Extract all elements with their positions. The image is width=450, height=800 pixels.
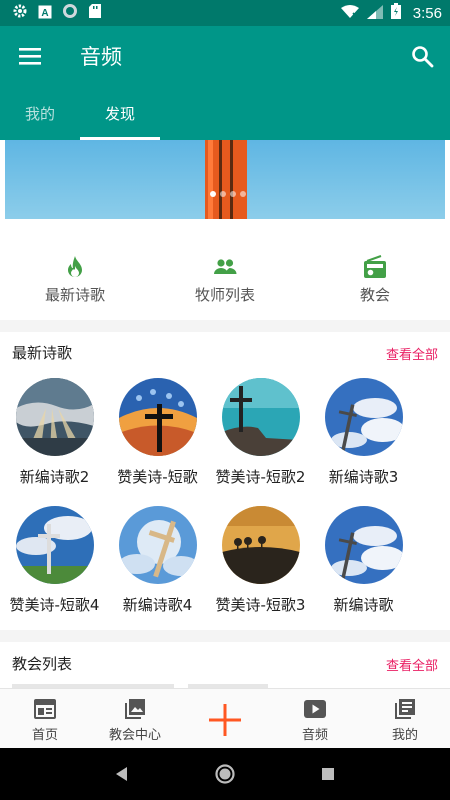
song-title: 赞美诗-短歌 [117,468,198,486]
tab-label: 发现 [104,105,135,123]
section-title: 教会列表 [12,655,73,673]
settings-icon [12,3,28,23]
banner-carousel[interactable] [5,140,445,219]
golden-hill-image [221,506,300,584]
quick-nav-church[interactable]: 教会 [300,238,450,318]
bottom-nav-label: 我的 [391,728,418,743]
song-title: 赞美诗-短歌2 [215,468,306,486]
svg-text:A: A [41,8,48,19]
tab-mine[interactable]: 我的 [0,90,80,140]
song-card[interactable]: 赞美诗-短歌 [106,372,209,494]
song-card[interactable]: 新编诗歌4 [106,500,209,622]
play-icon [304,700,326,718]
quick-nav-latest-songs[interactable]: 最新诗歌 [0,238,150,318]
home-icon [34,699,56,719]
library-icon [395,699,415,719]
song-title: 新编诗歌2 [19,468,90,486]
carousel-dot[interactable] [230,191,236,197]
song-card[interactable]: 赞美诗-短歌3 [209,500,312,622]
sd-card-icon [88,3,102,23]
church-list-header: 教会列表 查看全部 [0,643,450,683]
view-all-latest-link[interactable]: 查看全部 [386,344,438,363]
song-title: 赞美诗-短歌4 [9,596,100,614]
circle-icon [62,3,78,23]
cross-light-image [118,506,197,584]
song-card[interactable]: 新编诗歌 [312,500,415,622]
bottom-nav-add[interactable] [180,689,270,748]
system-nav-bar [0,748,450,800]
quick-nav-label: 最新诗歌 [44,286,105,304]
section-divider [0,320,450,332]
bottom-nav: 首页 教会中心 音频 我的 [0,688,450,748]
cross-blue-sky-image [324,378,403,456]
cross-field-image [15,506,94,584]
signal-icon [366,4,383,23]
screen: A 3:56 音频 我的 发现 最新诗歌 牧师列表 教会 最新诗歌 查看全部 新… [0,0,450,800]
search-button[interactable] [408,42,438,72]
song-title: 赞美诗-短歌3 [215,596,306,614]
plus-icon [209,704,241,736]
song-card[interactable]: 新编诗歌2 [3,372,106,494]
people-icon [214,259,237,274]
song-thumbnail [324,378,403,456]
wifi-icon [340,4,359,23]
tab-bar: 我的 发现 [0,90,450,140]
bottom-nav-audio[interactable]: 音频 [270,689,360,748]
status-time: 3:56 [412,4,442,22]
song-grid: 新编诗歌2 赞美诗-短歌 赞美诗-短歌2 新编诗歌3 赞美诗-短歌4 新编诗歌4… [0,372,450,622]
cross-sea-image [221,378,300,456]
quick-nav-pastors[interactable]: 牧师列表 [150,238,300,318]
section-divider [0,630,450,642]
section-title: 最新诗歌 [12,344,73,362]
home-circle-icon[interactable] [213,762,237,786]
carousel-dots [210,191,246,197]
quick-nav-label: 教会 [359,286,390,304]
song-thumbnail [118,506,197,584]
bottom-nav-mine[interactable]: 我的 [360,689,450,748]
carousel-dot[interactable] [220,191,226,197]
song-thumbnail [15,506,94,584]
song-thumbnail [221,506,300,584]
bottom-nav-church-center[interactable]: 教会中心 [90,689,180,748]
app-bar: 音频 我的 发现 [0,26,450,140]
battery-icon [390,3,401,23]
song-thumbnail [324,506,403,584]
recents-icon[interactable] [316,762,340,786]
tab-discover[interactable]: 发现 [80,90,160,140]
bottom-nav-home[interactable]: 首页 [0,689,90,748]
view-all-churches-link[interactable]: 查看全部 [386,655,438,674]
quick-nav-label: 牧师列表 [194,286,255,304]
radio-icon [364,255,386,278]
text-a-icon: A [38,4,52,23]
carousel-dot[interactable] [210,191,216,197]
cross-sunset-image [118,378,197,456]
song-thumbnail [118,378,197,456]
banner-image [205,140,247,219]
tab-label: 我的 [24,105,55,123]
image-icon [125,699,145,719]
menu-button[interactable] [14,42,48,72]
quick-nav: 最新诗歌 牧师列表 教会 [0,238,450,318]
bottom-nav-label: 音频 [301,728,328,743]
song-thumbnail [15,378,94,456]
song-thumbnail [221,378,300,456]
bottom-nav-label: 教会中心 [108,728,161,743]
menu-icon [19,48,41,65]
song-title: 新编诗歌 [333,596,394,614]
status-bar: A 3:56 [0,0,450,26]
song-card[interactable]: 新编诗歌3 [312,372,415,494]
flame-icon [68,256,82,277]
song-title: 新编诗歌4 [122,596,193,614]
search-icon [412,46,434,68]
latest-songs-header: 最新诗歌 查看全部 [0,332,450,372]
cross-blue-sky-image [324,506,403,584]
carousel-dot[interactable] [240,191,246,197]
song-title: 新编诗歌3 [328,468,399,486]
back-icon[interactable] [110,762,134,786]
song-card[interactable]: 赞美诗-短歌2 [209,372,312,494]
song-card[interactable]: 赞美诗-短歌4 [3,500,106,622]
page-title: 音频 [80,45,122,69]
sun-rays-image [15,378,94,456]
bottom-nav-label: 首页 [31,728,58,743]
